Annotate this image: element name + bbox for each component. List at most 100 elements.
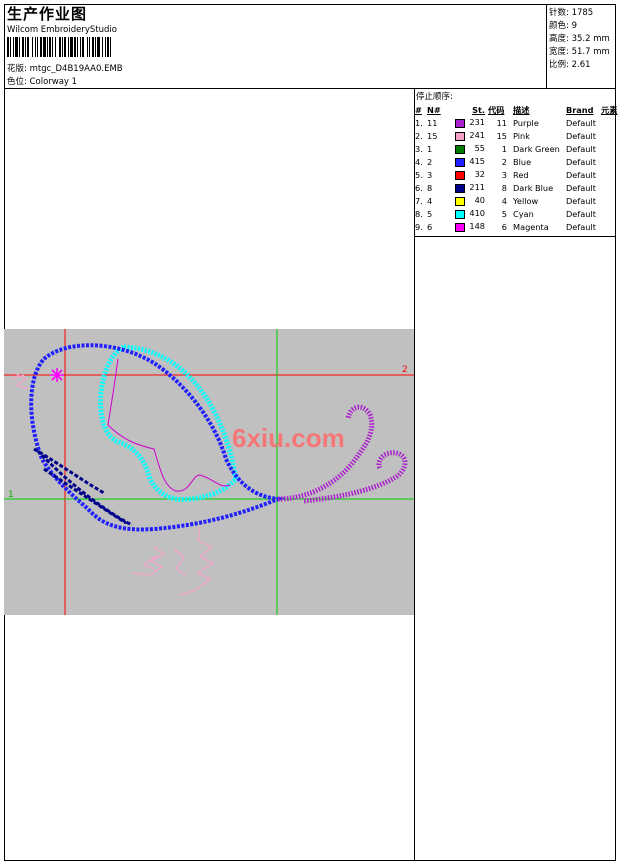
row-index: 3. <box>415 143 423 154</box>
stat-value: 9 <box>571 21 577 31</box>
row-code: 11 <box>496 117 507 128</box>
design-preview: 2 1 6xiu.com <box>4 329 414 615</box>
row-element <box>601 168 620 181</box>
stat-label: 高度: <box>549 34 569 44</box>
row-brand: Default <box>566 156 596 167</box>
color-swatch <box>455 119 465 128</box>
row-needle: 1 <box>427 143 433 154</box>
stat-scale: 比例: 2.61 <box>549 58 591 70</box>
table-row: 7. 4 40 4 Yellow Default <box>415 194 620 207</box>
row-needle: 11 <box>427 117 438 128</box>
magenta-eye <box>50 368 64 382</box>
color-swatch <box>455 145 465 154</box>
page-title: 生产作业图 <box>7 5 88 23</box>
stat-colors: 颜色: 9 <box>549 19 577 31</box>
barcode-bar <box>95 37 96 57</box>
row-index: 1. <box>415 117 423 128</box>
row-brand: Default <box>566 117 596 128</box>
table-row: 6. 8 211 8 Dark Blue Default <box>415 181 620 194</box>
table-row: 8. 5 410 5 Cyan Default <box>415 207 620 220</box>
row-element <box>601 129 620 142</box>
row-description: Blue <box>513 156 532 167</box>
row-code: 4 <box>501 195 507 206</box>
barcode-bar <box>10 37 11 57</box>
row-index: 9. <box>415 221 423 232</box>
row-index: 4. <box>415 156 423 167</box>
row-element <box>601 155 620 168</box>
barcode-bar <box>43 37 46 57</box>
barcode-bar <box>89 37 90 57</box>
barcode-bar <box>107 37 109 57</box>
row-description: Pink <box>513 130 530 141</box>
table-row: 1. 11 231 11 Purple Default <box>415 116 620 129</box>
barcode-bar <box>110 37 111 57</box>
barcode-bar <box>87 37 88 57</box>
row-stitches: 415 <box>455 155 488 168</box>
design-label: 花版: <box>7 64 27 74</box>
row-stitches: 32 <box>455 168 488 181</box>
row-needle: 15 <box>427 130 438 141</box>
color-swatch <box>455 132 465 141</box>
stat-value: 35.2 mm <box>571 34 610 44</box>
barcode-bar <box>105 37 106 57</box>
col-needle: N# <box>427 104 441 115</box>
table-row: 5. 3 32 3 Red Default <box>415 168 620 181</box>
stop-sequence-title: 停止顺序: <box>416 92 453 102</box>
row-element <box>601 194 620 207</box>
row-stitch-count: 241 <box>469 130 485 140</box>
color-swatch <box>455 158 465 167</box>
colorway-value: Colorway 1 <box>29 77 78 87</box>
stat-label: 颜色: <box>549 21 569 31</box>
axis-label-vertical: 1 <box>8 490 14 500</box>
barcode-bar <box>52 37 53 57</box>
row-stitch-count: 32 <box>474 169 485 179</box>
barcode <box>7 37 111 57</box>
axis-label-horizontal: 2 <box>402 365 408 375</box>
barcode-bar <box>64 37 66 57</box>
barcode-bar <box>25 37 26 57</box>
stat-value: 1785 <box>571 8 594 18</box>
col-description: 描述 <box>513 104 530 115</box>
row-description: Dark Green <box>513 143 560 154</box>
color-swatch <box>455 197 465 206</box>
row-stitches: 410 <box>455 207 488 220</box>
barcode-bar <box>80 37 81 57</box>
row-code: 8 <box>501 182 507 193</box>
barcode-bar <box>40 37 42 57</box>
row-stitch-count: 148 <box>469 221 485 231</box>
row-stitches: 241 <box>455 129 488 142</box>
row-code: 2 <box>501 156 507 167</box>
stat-label: 比例: <box>549 60 569 70</box>
row-description: Purple <box>513 117 539 128</box>
color-swatch <box>455 210 465 219</box>
barcode-bar <box>77 37 78 57</box>
row-stitch-count: 415 <box>469 156 485 166</box>
row-stitches: 231 <box>455 116 488 129</box>
table-header-row: # N# St. 代码 描述 Brand 元素 <box>415 103 620 116</box>
table-row: 3. 1 55 1 Dark Green Default <box>415 142 620 155</box>
barcode-bar <box>15 37 18 57</box>
stop-sequence-table: # N# St. 代码 描述 Brand 元素 1. 11 231 11 Purple D… <box>415 103 620 233</box>
row-needle: 2 <box>427 156 433 167</box>
row-description: Dark Blue <box>513 182 554 193</box>
barcode-bar <box>19 37 20 57</box>
col-code: 代码 <box>488 104 505 115</box>
table-row: 2. 15 241 15 Pink Default <box>415 129 620 142</box>
barcode-bar <box>59 37 61 57</box>
row-index: 6. <box>415 182 423 193</box>
watermark-text: 6xiu.com <box>232 423 345 453</box>
row-element <box>601 220 620 233</box>
color-swatch <box>455 184 465 193</box>
row-brand: Default <box>566 143 596 154</box>
row-needle: 8 <box>427 182 433 193</box>
row-brand: Default <box>566 130 596 141</box>
barcode-bar <box>102 37 103 57</box>
design-file-name: mtgc_D4B19AA0.EMB <box>29 64 123 74</box>
row-index: 8. <box>415 208 423 219</box>
barcode-bar <box>7 37 9 57</box>
barcode-bar <box>49 37 51 57</box>
row-brand: Default <box>566 221 596 232</box>
software-name: Wilcom EmbroideryStudio <box>7 25 117 35</box>
barcode-bar <box>68 37 69 57</box>
row-code: 5 <box>501 208 507 219</box>
